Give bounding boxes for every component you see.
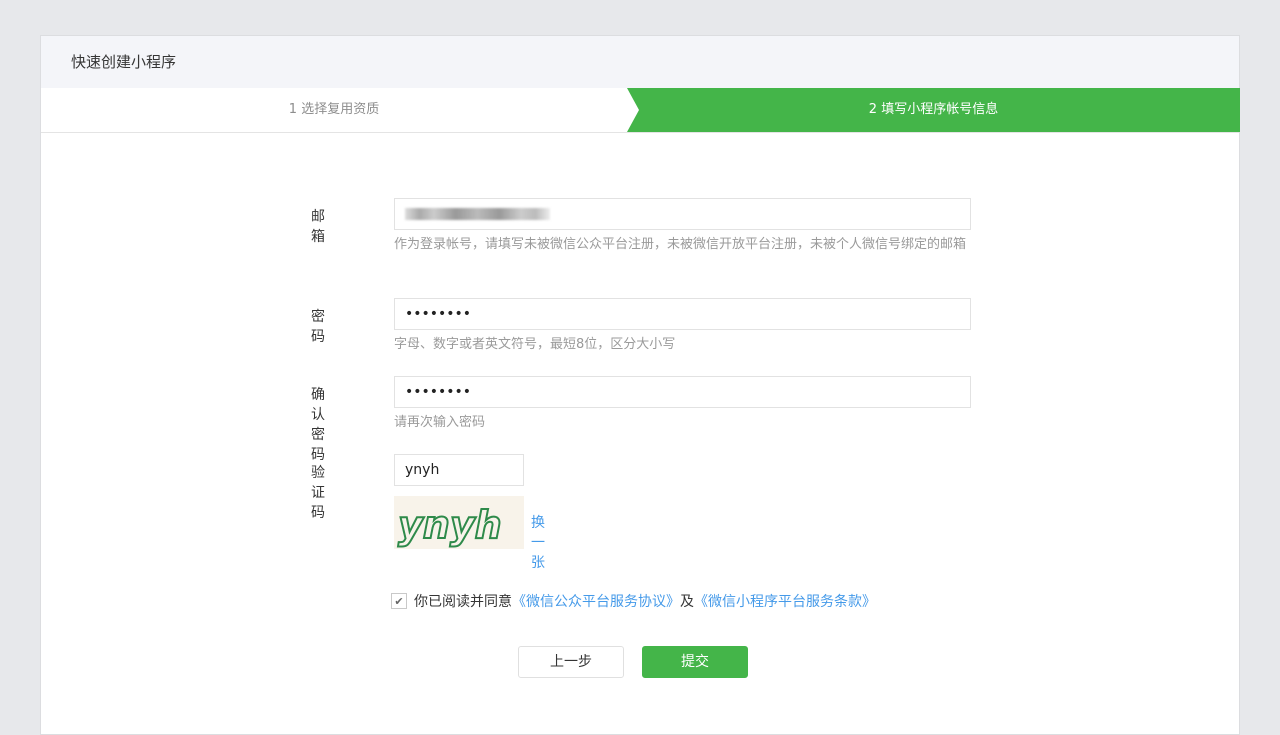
password-input[interactable]: ••••••••: [394, 298, 971, 330]
agreement-row: ✔ 你已阅读并同意 《微信公众平台服务协议》 及 《微信小程序平台服务条款》: [391, 591, 876, 611]
create-miniprogram-panel: 快速创建小程序 1 选择复用资质 2 填写小程序帐号信息 邮箱 作为登录帐号，请…: [40, 35, 1240, 735]
password-tip: 字母、数字或者英文符号，最短8位，区分大小写: [394, 333, 984, 356]
agree-checkbox[interactable]: ✔: [391, 593, 407, 609]
refresh-captcha-link[interactable]: 换一张: [531, 512, 545, 572]
confirm-password-input[interactable]: ••••••••: [394, 376, 971, 408]
step-2-active: 2 填写小程序帐号信息: [627, 88, 1240, 132]
submit-button[interactable]: 提交: [642, 646, 748, 678]
email-label: 邮箱: [311, 206, 325, 246]
email-input[interactable]: [394, 198, 971, 230]
agreement-and: 及: [680, 591, 694, 611]
password-label: 密码: [311, 306, 325, 346]
confirm-password-label: 确认密码: [311, 384, 325, 464]
email-tip: 作为登录帐号，请填写未被微信公众平台注册，未被微信开放平台注册，未被个人微信号绑…: [394, 233, 984, 256]
back-button[interactable]: 上一步: [518, 646, 624, 678]
service-agreement-link[interactable]: 《微信公众平台服务协议》: [512, 591, 680, 611]
confirm-password-tip: 请再次输入密码: [394, 411, 984, 434]
agreement-prefix: 你已阅读并同意: [414, 591, 512, 611]
captcha-label: 验证码: [311, 462, 325, 522]
captcha-input[interactable]: ynyh: [394, 454, 524, 486]
captcha-image-text: ynyh: [398, 503, 502, 547]
captcha-image[interactable]: ynyh: [394, 496, 524, 549]
blurred-email: [405, 208, 550, 220]
step-1: 1 选择复用资质: [41, 88, 627, 132]
page-title: 快速创建小程序: [41, 36, 1239, 88]
step-indicator: 1 选择复用资质 2 填写小程序帐号信息: [41, 88, 1239, 133]
miniprogram-terms-link[interactable]: 《微信小程序平台服务条款》: [694, 591, 876, 611]
